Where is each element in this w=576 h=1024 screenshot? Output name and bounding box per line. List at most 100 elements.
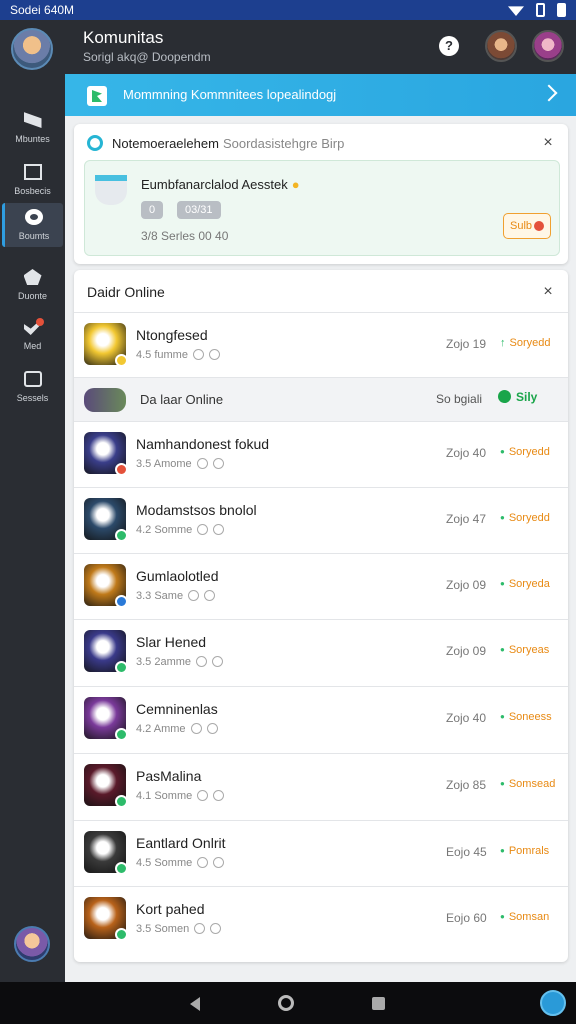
sidebar-item-sessels[interactable]: Sessels [0, 365, 65, 409]
sidebar-item-boumts[interactable]: Boumts [2, 203, 63, 247]
item-meta-text: 4.5 fumme [136, 349, 188, 361]
item-status: Soryeas [500, 644, 549, 656]
list-item[interactable]: Cemninenlas 4.2 Amme Zojo 40 Soneess [74, 686, 568, 752]
shield-icon [23, 269, 42, 285]
item-time: Zojo 09 [446, 578, 487, 592]
info-icon [210, 923, 222, 934]
list-item[interactable]: Namhandonest fokud 3.5 Amome Zojo 40 Sor… [74, 421, 568, 487]
notification-badge [36, 318, 44, 326]
game-thumbnail [84, 697, 128, 741]
item-time: Zojo 40 [446, 446, 487, 460]
item-status: Soryedd [500, 512, 550, 524]
help-icon[interactable]: ? [439, 36, 459, 56]
sidebar-item-duonte[interactable]: Duonte [0, 263, 65, 307]
list-item[interactable]: Gumlaolotled 3.3 Same Zojo 09 Soryeda [74, 553, 568, 619]
wifi-icon [508, 4, 524, 16]
gear-icon [25, 209, 43, 225]
item-status: Pomrals [500, 845, 549, 857]
item-name: Kort pahed [136, 901, 205, 917]
assistant-icon[interactable] [540, 990, 566, 1016]
page-subtitle: Sorigl akq@ Doopendm [83, 50, 211, 64]
section-title: Da laar Online [140, 392, 224, 407]
list-item[interactable]: Eantlard Onlrit 4.5 Somme Eojo 45 Pomral… [74, 820, 568, 886]
item-meta-text: 4.2 Somme [136, 524, 193, 536]
settings-box-icon [23, 371, 42, 387]
count-chip: 0 [141, 201, 164, 219]
status-badge-icon [115, 595, 128, 608]
member-avatar[interactable] [485, 30, 517, 62]
member-avatar[interactable] [532, 30, 564, 62]
notification-title: Notemoeraelehem Soordasistehgre Birp [112, 136, 344, 151]
list-item[interactable]: PasMalina 4.1 Somme Zojo 85 Somsead [74, 753, 568, 819]
item-meta: 4.5 Somme [136, 857, 225, 869]
item-meta-text: 4.2 Amme [136, 723, 186, 735]
status-badge-icon [115, 928, 128, 941]
sidebar-item-label: Duonte [17, 291, 48, 301]
info-icon [192, 349, 204, 360]
item-status: Soryeda [500, 578, 550, 590]
list-item[interactable]: Ntongfesed 4.5 fumme Zojo 19 Soryedd [74, 312, 568, 378]
monitor-icon [23, 164, 42, 180]
item-meta: 3.3 Same [136, 590, 216, 602]
game-thumbnail [84, 323, 128, 367]
info-icon [204, 590, 216, 601]
list-item[interactable]: Modamstsos bnolol 4.2 Somme Zojo 47 Sory… [74, 487, 568, 553]
item-status: Somsan [500, 911, 549, 923]
notification-title-text: Notemoeraelehem [112, 136, 219, 151]
chevron-right-icon[interactable] [540, 84, 558, 102]
notification-item[interactable]: Eumbfanarclalod Aesstek ● 0 03/31 3/8 Ser… [84, 160, 560, 256]
community-banner[interactable]: Mommning Kommnitees lopealindogj [65, 74, 576, 116]
info-icon [188, 590, 200, 601]
profile-avatar[interactable] [14, 926, 50, 962]
sidebar-item-label: Boumts [18, 231, 50, 241]
game-thumbnail [84, 897, 128, 941]
sidebar-item-med[interactable]: Med [0, 313, 65, 357]
close-icon[interactable]: × [542, 284, 554, 300]
status-badge-icon [115, 728, 128, 741]
item-status: Soneess [500, 711, 552, 723]
game-thumbnail [84, 498, 128, 542]
item-name: PasMalina [136, 768, 202, 784]
flag-icon [23, 112, 42, 128]
item-meta-text: 3.3 Same [136, 590, 184, 602]
info-icon [197, 524, 209, 535]
item-meta: 3.5 Somen [136, 923, 222, 935]
list-item[interactable]: Slar Hened 3.5 2amme Zojo 09 Soryeas [74, 619, 568, 685]
community-icon [87, 86, 107, 106]
notification-item-title-text: Eumbfanarclalod Aesstek [141, 177, 288, 192]
banner-text: Mommning Kommnitees lopealindogj [123, 87, 337, 102]
item-time: Zojo 40 [446, 711, 487, 725]
battery-full-icon [557, 3, 566, 17]
bowl-icon [95, 175, 127, 205]
item-meta: 4.5 fumme [136, 349, 220, 361]
home-icon[interactable] [278, 995, 294, 1011]
section-status: Sily [498, 390, 537, 404]
list-item[interactable]: Kort pahed 3.5 Somen Eojo 60 Somsan [74, 886, 568, 952]
header: Komunitas Sorigl akq@ Doopendm ? [65, 20, 576, 74]
item-meta: 4.1 Somme [136, 790, 225, 802]
back-icon[interactable] [190, 997, 200, 1011]
info-icon [212, 458, 224, 469]
item-status: Soryedd [500, 337, 551, 349]
item-meta-text: 4.1 Somme [136, 790, 193, 802]
item-meta-text: 3.5 Somen [136, 923, 190, 935]
section-header[interactable]: Da laar Online So bgiali Sily [74, 377, 568, 421]
item-name: Modamstsos bnolol [136, 502, 257, 518]
notification-card: Notemoeraelehem Soordasistehgre Birp × Eu… [74, 124, 568, 264]
date-chip: 03/31 [177, 201, 221, 219]
sidebar-item-bosbecis[interactable]: Bosbecis [0, 158, 65, 202]
status-time: Sodei 640M [10, 3, 75, 17]
item-meta: 4.2 Amme [136, 723, 218, 735]
info-icon [190, 723, 202, 734]
user-avatar[interactable] [11, 28, 53, 70]
item-name: Slar Hened [136, 634, 207, 650]
notification-subtitle: Soordasistehgre Birp [222, 136, 345, 151]
close-icon[interactable]: × [542, 135, 554, 151]
section-meta: So bgiali [436, 392, 483, 406]
save-button[interactable]: Sulb [503, 213, 551, 239]
info-icon [197, 857, 209, 868]
status-badge-icon [115, 795, 128, 808]
info-icon [208, 349, 220, 360]
recents-icon[interactable] [372, 997, 385, 1010]
sidebar-item-mbuntes[interactable]: Mbuntes [0, 106, 65, 150]
